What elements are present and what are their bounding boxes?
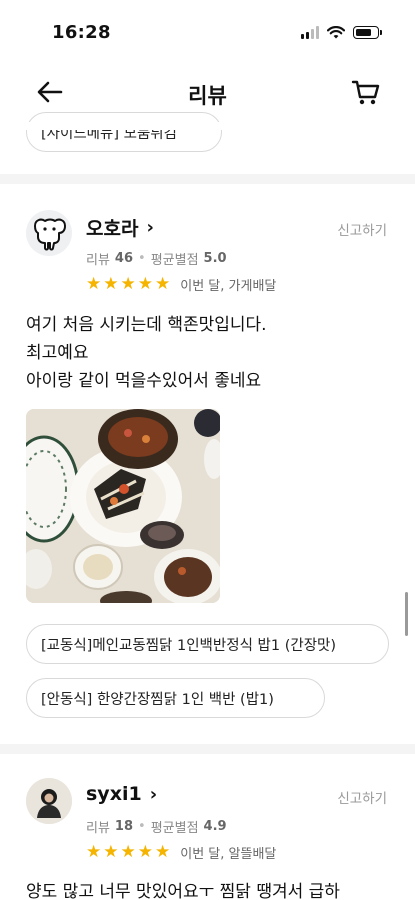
menu-chip[interactable]: [교동식]메인교동찜닭 1인백반정식 밥1 (간장맛) — [26, 624, 389, 664]
star-icon: ★ — [120, 274, 136, 294]
separator-dot: • — [138, 819, 146, 834]
chevron-right-icon: › — [149, 783, 158, 805]
scrollbar[interactable] — [405, 592, 408, 636]
menu-chip[interactable]: [사이드메뉴] 모둠튀김 — [26, 112, 222, 152]
reviewer-name[interactable]: syxi1 › — [86, 783, 157, 805]
star-icon: ★ — [103, 842, 119, 862]
review-meta: 이번 달, 알뜰배달 — [180, 847, 277, 862]
food-photo-image — [26, 409, 220, 603]
review-text-line: 여기 처음 시키는데 핵존맛입니다. — [26, 315, 267, 335]
avg-rating-label: 평균별점 — [150, 821, 199, 836]
menu-chip-label: [교동식]메인교동찜닭 1인백반정식 밥1 (간장맛) — [41, 637, 337, 654]
avatar[interactable] — [26, 778, 72, 824]
elephant-avatar-icon — [34, 218, 66, 251]
battery-icon — [353, 26, 382, 39]
section-divider — [0, 744, 415, 754]
review-text: 양도 많고 너무 맛있어요ㅜ 찜닭 땡겨서 급하 — [26, 878, 340, 900]
reviewer-stats: 리뷰 46 • 평균별점 5.0 — [86, 249, 227, 268]
star-icon: ★ — [137, 274, 153, 294]
star-icon: ★ — [137, 842, 153, 862]
review-text-line: 최고예요 — [26, 343, 89, 363]
report-link[interactable]: 신고하기 — [337, 219, 387, 239]
star-icon: ★ — [86, 274, 102, 294]
reviewer-name-label: 오호라 — [86, 218, 139, 240]
review-meta: 이번 달, 가게배달 — [180, 279, 277, 294]
avg-rating-label: 평균별점 — [150, 253, 199, 268]
chevron-right-icon: › — [146, 217, 154, 238]
star-icon: ★ — [103, 274, 119, 294]
reviewer-stats: 리뷰 18 • 평균별점 4.9 — [86, 817, 227, 836]
star-icon: ★ — [155, 842, 171, 862]
review-text-line: 양도 많고 너무 맛있어요ㅜ 찜닭 땡겨서 급하 — [26, 882, 340, 900]
review-text: 여기 처음 시키는데 핵존맛입니다. 최고예요 아이랑 같이 먹을수있어서 좋네… — [26, 311, 267, 395]
report-link[interactable]: 신고하기 — [337, 787, 387, 807]
status-bar: 16:28 — [0, 0, 415, 62]
separator-dot: • — [138, 251, 146, 266]
status-time: 16:28 — [52, 22, 111, 43]
section-divider — [0, 174, 415, 184]
rating-stars: ★ ★ ★ ★ ★ 이번 달, 알뜰배달 — [86, 842, 277, 863]
star-icon: ★ — [120, 842, 136, 862]
review-count: 18 — [114, 819, 134, 834]
review-text-line: 아이랑 같이 먹을수있어서 좋네요 — [26, 371, 262, 391]
menu-chip[interactable]: [안동식] 한양간장찜닭 1인 백반 (밥1) — [26, 678, 325, 718]
reviewer-name[interactable]: 오호라 › — [86, 214, 154, 241]
reviewer-name-label: syxi1 — [86, 783, 142, 805]
review-count-label: 리뷰 — [86, 253, 110, 268]
review-photo[interactable] — [26, 409, 220, 603]
avatar[interactable] — [26, 210, 72, 256]
star-icon: ★ — [86, 842, 102, 862]
user-photo-avatar-icon — [26, 778, 72, 824]
wifi-icon — [327, 26, 345, 39]
rating-stars: ★ ★ ★ ★ ★ 이번 달, 가게배달 — [86, 274, 277, 295]
avg-rating: 5.0 — [203, 251, 227, 266]
cellular-signal-icon — [301, 26, 319, 39]
cart-icon[interactable] — [351, 78, 381, 106]
avg-rating: 4.9 — [203, 819, 227, 834]
star-icon: ★ — [155, 274, 171, 294]
review-count-label: 리뷰 — [86, 821, 110, 836]
status-icons — [301, 26, 382, 39]
menu-chip-label: [안동식] 한양간장찜닭 1인 백반 (밥1) — [41, 691, 274, 708]
review-count: 46 — [114, 251, 134, 266]
